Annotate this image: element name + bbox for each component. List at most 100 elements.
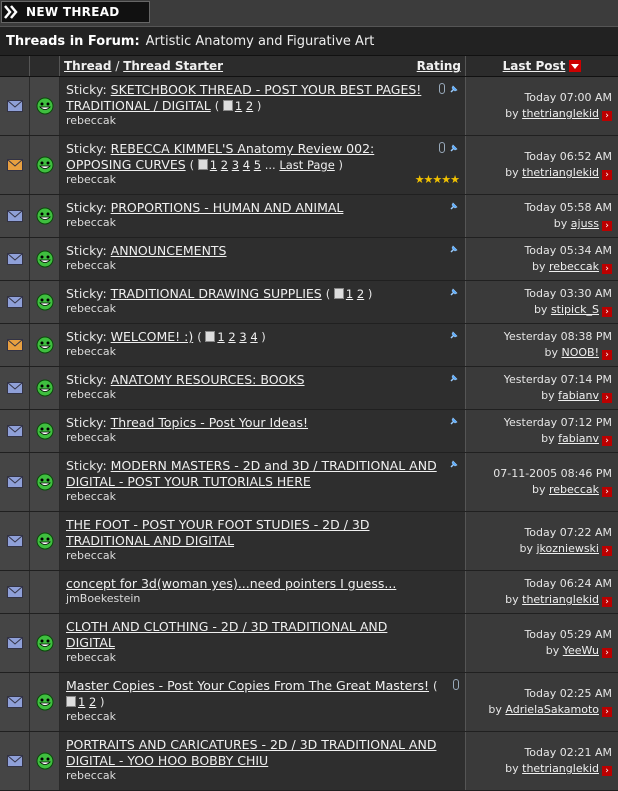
thread-title-link[interactable]: PORTRAITS AND CARICATURES - 2D / 3D TRAD… [66, 737, 436, 768]
page-link[interactable]: 1 [235, 99, 242, 113]
new-thread-button[interactable]: NEW THREAD [1, 1, 150, 23]
go-to-last-post-icon[interactable]: › [602, 221, 612, 231]
sort-last-post-link[interactable]: Last Post [503, 59, 566, 73]
thread-starter[interactable]: jmBoekestein [66, 592, 461, 606]
thread-flags [439, 142, 459, 153]
icon-cell [30, 77, 60, 135]
thread-starter[interactable]: rebeccak [66, 345, 461, 359]
envelope-icon[interactable] [6, 637, 23, 649]
thread-starter[interactable]: rebeccak [66, 490, 461, 504]
thread-starter[interactable]: rebeccak [66, 769, 461, 783]
envelope-icon[interactable] [6, 100, 23, 112]
go-to-last-post-icon[interactable]: › [602, 707, 612, 717]
go-to-last-post-icon[interactable]: › [602, 766, 612, 776]
go-to-last-post-icon[interactable]: › [602, 350, 612, 360]
smiley-icon [36, 634, 53, 652]
last-post-user-link[interactable]: AdrielaSakamoto [505, 703, 599, 716]
envelope-icon[interactable] [6, 535, 23, 547]
page-link[interactable]: 2 [221, 158, 228, 172]
col-status [0, 56, 30, 76]
go-to-last-post-icon[interactable]: › [602, 393, 612, 403]
thread-title-link[interactable]: THE FOOT - POST YOUR FOOT STUDIES - 2D /… [66, 517, 370, 548]
thread-starter[interactable]: rebeccak [66, 388, 461, 402]
go-to-last-post-icon[interactable]: › [602, 648, 612, 658]
thread-flags [449, 373, 459, 383]
thread-starter[interactable]: rebeccak [66, 259, 461, 273]
envelope-icon[interactable] [6, 210, 23, 222]
last-post-user-link[interactable]: ajuss [571, 217, 599, 230]
go-to-last-post-icon[interactable]: › [602, 307, 612, 317]
thread-title-link[interactable]: Master Copies - Post Your Copies From Th… [66, 678, 429, 693]
sort-rating-link[interactable]: Rating [417, 59, 461, 73]
envelope-icon[interactable] [6, 296, 23, 308]
page-link[interactable]: 1 [217, 330, 224, 344]
page-link[interactable]: 2 [89, 695, 96, 709]
thread-title-link[interactable]: TRADITIONAL DRAWING SUPPLIES [111, 286, 322, 301]
envelope-icon[interactable] [6, 476, 23, 488]
envelope-icon[interactable] [6, 696, 23, 708]
page-link[interactable]: 1 [78, 695, 85, 709]
thread-starter[interactable]: rebeccak [66, 302, 461, 316]
last-post-user-link[interactable]: YeeWu [563, 644, 599, 657]
thread-title-link[interactable]: ANNOUNCEMENTS [111, 243, 227, 258]
page-link[interactable]: 2 [357, 287, 364, 301]
go-to-last-post-icon[interactable]: › [602, 111, 612, 121]
thread-title-link[interactable]: CLOTH AND CLOTHING - 2D / 3D TRADITIONAL… [66, 619, 387, 650]
thread-title-link[interactable]: PROPORTIONS - HUMAN AND ANIMAL [111, 200, 344, 215]
thread-title-link[interactable]: WELCOME! :) [111, 329, 194, 344]
go-to-last-post-icon[interactable]: › [602, 170, 612, 180]
thread-title-link[interactable]: MODERN MASTERS - 2D and 3D / TRADITIONAL… [66, 458, 437, 489]
last-post-date: Today 03:30 AM [524, 287, 612, 300]
last-page-link[interactable]: Last Page [279, 158, 334, 172]
last-post-user-link[interactable]: thetrianglekid [522, 107, 599, 120]
go-to-last-post-icon[interactable]: › [602, 436, 612, 446]
page-link[interactable]: 3 [232, 158, 239, 172]
page-link[interactable]: 1 [346, 287, 353, 301]
page-link[interactable]: 1 [210, 158, 217, 172]
last-post-cell: Today 03:30 AM by stipick_S › [466, 281, 618, 323]
thread-starter[interactable]: rebeccak [66, 431, 461, 445]
envelope-icon[interactable] [6, 425, 23, 437]
last-post-user-link[interactable]: fabianv [558, 432, 599, 445]
go-to-last-post-icon[interactable]: › [602, 597, 612, 607]
envelope-icon[interactable] [6, 586, 23, 598]
last-post-cell: 07-11-2005 08:46 PM by rebeccak › [466, 453, 618, 511]
page-link[interactable]: 2 [228, 330, 235, 344]
last-post-user-link[interactable]: jkozniewski [537, 542, 600, 555]
thread-starter[interactable]: rebeccak [66, 549, 461, 563]
go-to-last-post-icon[interactable]: › [602, 487, 612, 497]
last-post-user-link[interactable]: rebeccak [549, 260, 599, 273]
envelope-icon[interactable] [6, 382, 23, 394]
last-post-cell: Yesterday 08:38 PM by NOOB! › [466, 324, 618, 366]
last-post-user-link[interactable]: NOOB! [561, 346, 599, 359]
page-link[interactable]: 3 [239, 330, 246, 344]
thread-starter[interactable]: rebeccak [66, 216, 461, 230]
envelope-icon[interactable] [6, 253, 23, 265]
thread-title-link[interactable]: ANATOMY RESOURCES: BOOKS [111, 372, 305, 387]
last-post-user-link[interactable]: thetrianglekid [522, 593, 599, 606]
sort-thread-link[interactable]: Thread [64, 59, 111, 73]
go-to-last-post-icon[interactable]: › [602, 546, 612, 556]
thread-starter[interactable]: rebeccak [66, 114, 461, 128]
sort-starter-link[interactable]: Thread Starter [123, 59, 223, 73]
thread-title-link[interactable]: concept for 3d(woman yes)...need pointer… [66, 576, 396, 591]
thread-title-link[interactable]: Thread Topics - Post Your Ideas! [111, 415, 308, 430]
new-posts-envelope-icon[interactable] [6, 339, 23, 351]
new-posts-envelope-icon[interactable] [6, 159, 23, 171]
go-to-last-post-icon[interactable]: › [602, 264, 612, 274]
last-post-user-link[interactable]: rebeccak [549, 483, 599, 496]
page-link[interactable]: 2 [246, 99, 253, 113]
thread-starter[interactable]: rebeccak [66, 651, 461, 665]
page-link[interactable]: 4 [243, 158, 250, 172]
sort-desc-icon[interactable] [569, 60, 582, 72]
last-post-user-link[interactable]: thetrianglekid [522, 166, 599, 179]
last-post-user-link[interactable]: stipick_S [551, 303, 599, 316]
page-link[interactable]: 5 [254, 158, 261, 172]
thread-starter[interactable]: rebeccak [66, 710, 461, 724]
page-link[interactable]: 4 [250, 330, 257, 344]
last-post-user-link[interactable]: thetrianglekid [522, 762, 599, 775]
last-post-user-link[interactable]: fabianv [558, 389, 599, 402]
envelope-icon[interactable] [6, 755, 23, 767]
thread-starter[interactable]: rebeccak [66, 173, 461, 187]
last-post-date: Today 05:58 AM [524, 201, 612, 214]
